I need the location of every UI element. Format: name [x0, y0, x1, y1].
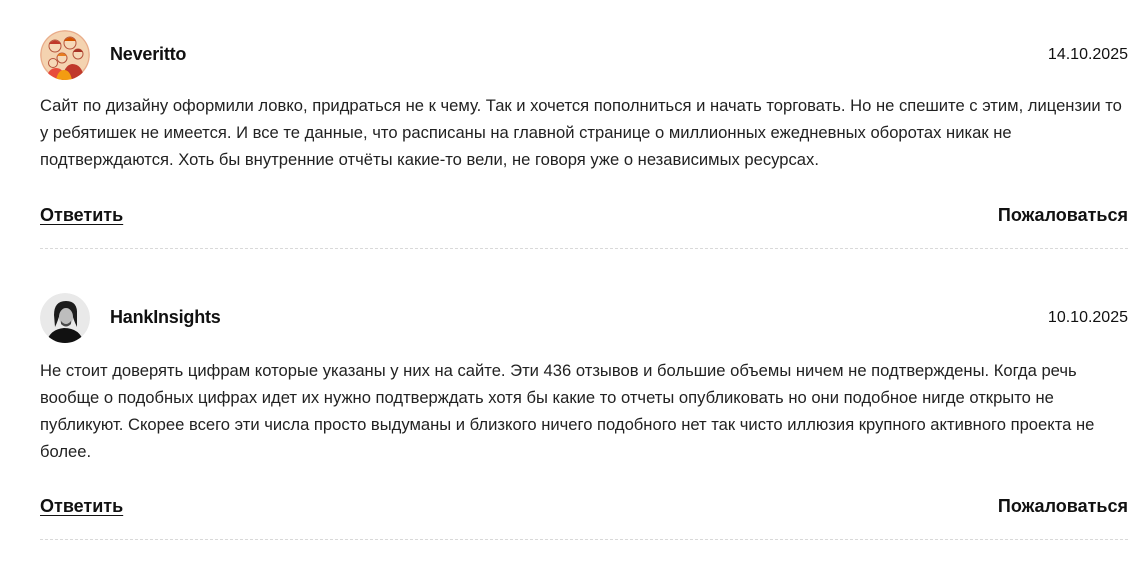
- comment-header: Neveritto 14.10.2025: [40, 30, 1128, 80]
- reply-link[interactable]: Ответить: [40, 205, 123, 226]
- comment-date: 10.10.2025: [1047, 309, 1128, 326]
- comment-username: HankInsights: [110, 307, 221, 327]
- report-link[interactable]: Пожаловаться: [998, 496, 1128, 517]
- avatar: [40, 293, 90, 343]
- comment-actions: Ответить Пожаловаться: [40, 205, 1128, 229]
- illustrated-family-avatar-icon: [40, 30, 90, 80]
- comment-text: Не стоит доверять цифрам которые указаны…: [40, 361, 1095, 461]
- avatar: [40, 30, 90, 80]
- report-link[interactable]: Пожаловаться: [998, 205, 1128, 226]
- comment-username: Neveritto: [110, 44, 187, 64]
- comment-text: Сайт по дизайну оформили ловко, придрать…: [40, 96, 1122, 169]
- comment-date: 14.10.2025: [1047, 46, 1128, 63]
- comment-item: HankInsights 10.10.2025 Не стоит доверят…: [40, 249, 1128, 540]
- reply-link[interactable]: Ответить: [40, 496, 123, 517]
- bw-portrait-avatar-icon: [40, 293, 90, 343]
- comment-actions: Ответить Пожаловаться: [40, 496, 1128, 520]
- comment-header: HankInsights 10.10.2025: [40, 293, 1128, 343]
- comment-item: Neveritto 14.10.2025 Сайт по дизайну офо…: [40, 0, 1128, 249]
- comments-list: Neveritto 14.10.2025 Сайт по дизайну офо…: [40, 0, 1128, 540]
